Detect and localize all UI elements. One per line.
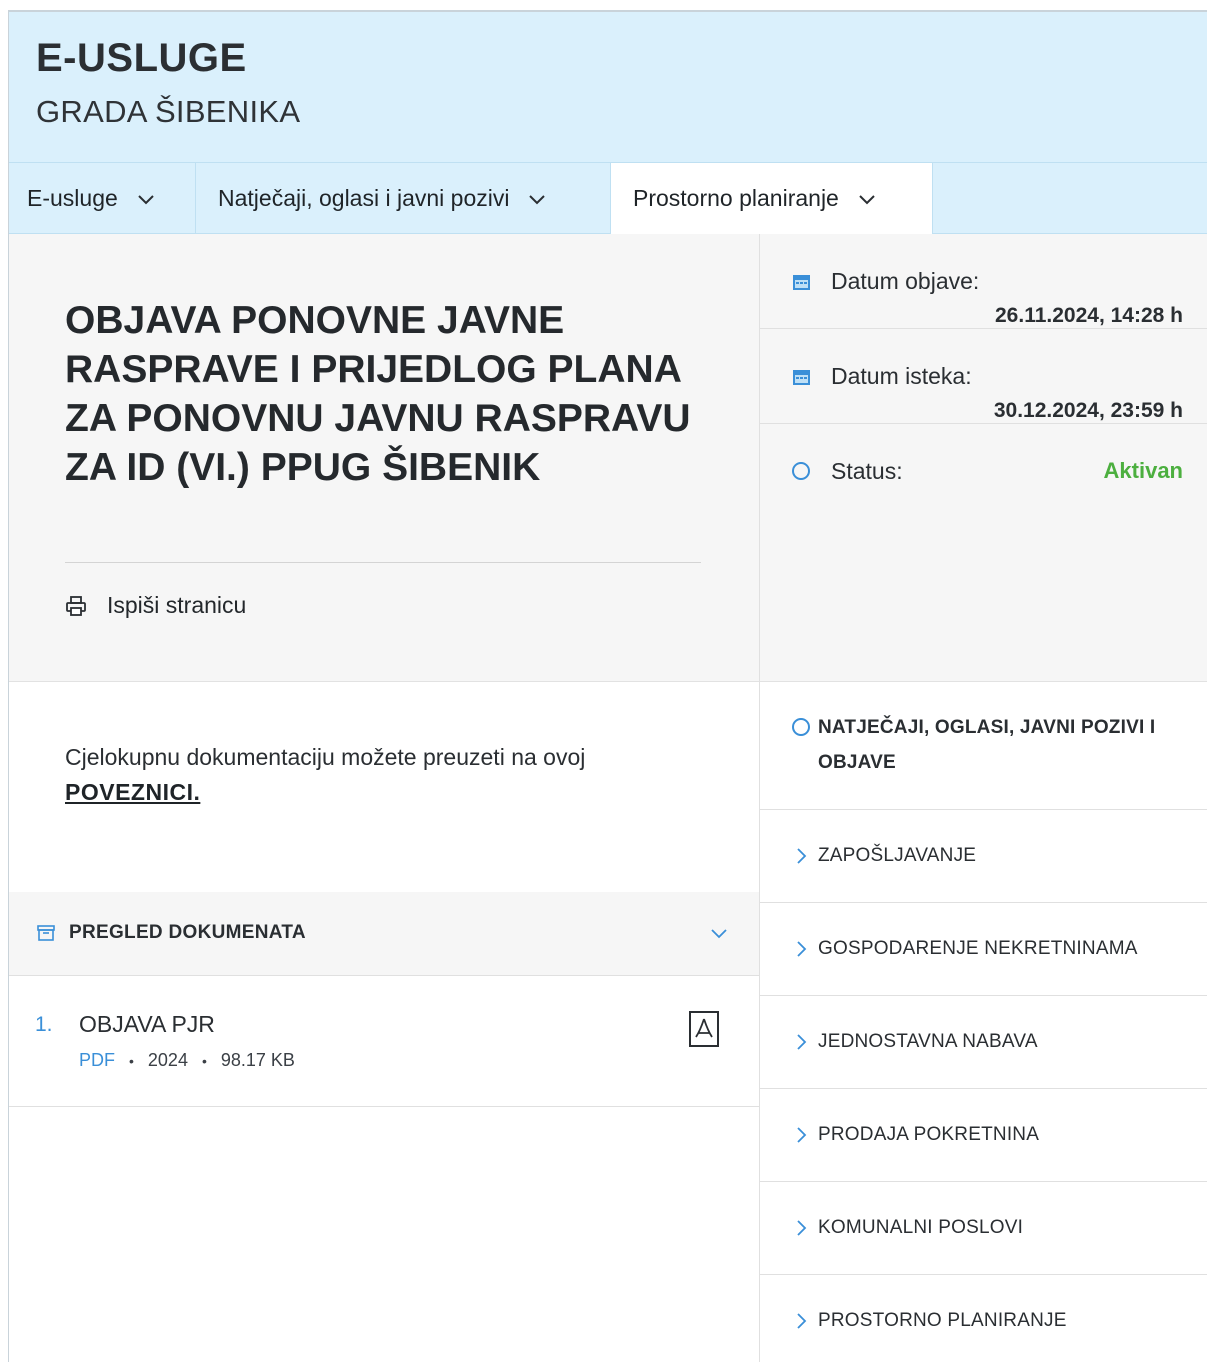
chevron-down-icon [859,194,875,204]
site-header: E-USLUGE GRADA ŠIBENIKA [9,12,1207,162]
expiry-date-value: 30.12.2024, 23:59 h [993,399,1183,422]
chevron-right-icon [797,1034,807,1050]
info-panel: Datum objave: 26.11.2024, 14:28 h Datum … [760,234,1207,682]
article-header: OBJAVA PONOVNE JAVNE RASPRAVE I PRIJEDLO… [9,234,759,682]
document-number: 1. [35,1013,53,1036]
pdf-file-icon[interactable] [689,1011,719,1047]
status-circle-icon [792,462,810,480]
category-item-prostorno-planiranje[interactable]: PROSTORNO PLANIRANJE [760,1275,1207,1362]
documents-accordion-header[interactable]: PREGLED DOKUMENATA [9,892,759,976]
chevron-down-icon [529,194,546,204]
documents-accordion-label: PREGLED DOKUMENATA [69,922,306,943]
document-meta: PDF • 2024 • 98.17 KB [79,1050,295,1070]
category-item-label: ZAPOŠLJAVANJE [818,845,977,866]
category-item-label: JEDNOSTAVNA NABAVA [818,1031,1038,1052]
chevron-right-icon [797,941,807,957]
document-name[interactable]: OBJAVA PJR [79,1011,215,1038]
category-list-header[interactable]: NATJEČAJI, OGLASI, JAVNI POZIVI I OBJAVE [760,682,1207,810]
nav-item-label: Prostorno planiranje [633,185,839,211]
status-label: Status: [831,458,903,484]
document-size: 98.17 KB [220,1050,295,1070]
print-page-label: Ispiši stranicu [107,592,247,618]
nav-item-label: Natječaji, oglasi i javni pozivi [218,185,510,211]
chevron-right-icon [797,848,807,864]
category-item-zaposljavanje[interactable]: ZAPOŠLJAVANJE [760,810,1207,903]
expiry-date-label: Datum isteka: [831,363,972,389]
category-item-label: PROSTORNO PLANIRANJE [818,1310,1067,1331]
site-title[interactable]: E-USLUGE [36,36,247,81]
nav-item-e-usluge[interactable]: E-usluge [9,163,196,234]
chevron-down-icon [138,194,154,204]
page-title: OBJAVA PONOVNE JAVNE RASPRAVE I PRIJEDLO… [65,299,691,489]
calendar-icon [793,275,810,290]
published-date-row: Datum objave: 26.11.2024, 14:28 h [760,234,1207,329]
nav-item-prostorno-planiranje[interactable]: Prostorno planiranje [611,163,933,234]
expiry-date-row: Datum isteka: 30.12.2024, 23:59 h [760,329,1207,424]
published-date-label: Datum objave: [831,268,980,294]
category-item-gospodarenje-nekretninama[interactable]: GOSPODARENJE NEKRETNINAMA [760,903,1207,996]
title-divider [65,562,701,563]
status-badge: Aktivan [1103,458,1183,483]
chevron-right-icon [797,1127,807,1143]
status-row: Status: Aktivan [760,424,1207,494]
intro-text: Cjelokupnu dokumentaciju možete preuzeti… [65,744,586,770]
category-item-jednostavna-nabava[interactable]: JEDNOSTAVNA NABAVA [760,996,1207,1089]
printer-icon [66,595,86,616]
site-subtitle[interactable]: GRADA ŠIBENIKA [36,94,300,130]
chevron-right-icon [797,1313,807,1329]
document-year: 2024 [147,1050,188,1070]
documentation-link[interactable]: POVEZNICI. [65,775,705,810]
document-format: PDF [79,1050,115,1070]
chevron-right-icon [797,1220,807,1236]
nav-item-label: E-usluge [27,185,118,211]
nav-item-natjecaji[interactable]: Natječaji, oglasi i javni pozivi [196,163,611,234]
category-item-komunalni-poslovi[interactable]: KOMUNALNI POSLOVI [760,1182,1207,1275]
intro-paragraph: Cjelokupnu dokumentaciju možete preuzeti… [65,740,705,810]
document-list-item[interactable]: 1. OBJAVA PJR PDF • 2024 • 98.17 KB [9,977,759,1107]
main-nav: E-usluge Natječaji, oglasi i javni poziv… [9,162,1207,234]
circle-icon [792,718,810,736]
page-frame: E-USLUGE GRADA ŠIBENIKA E-usluge Natječa… [8,10,1207,1362]
archive-icon [37,925,55,941]
calendar-icon [793,370,810,385]
chevron-down-icon[interactable] [709,923,729,943]
category-item-label: KOMUNALNI POSLOVI [818,1217,1024,1238]
category-item-label: GOSPODARENJE NEKRETNINAMA [818,938,1138,959]
print-page-button[interactable]: Ispiši stranicu [65,592,246,619]
published-date-value: 26.11.2024, 14:28 h [995,304,1183,327]
category-item-prodaja-pokretnina[interactable]: PRODAJA POKRETNINA [760,1089,1207,1182]
category-item-label: PRODAJA POKRETNINA [818,1124,1040,1145]
category-header-label: NATJEČAJI, OGLASI, JAVNI POZIVI I OBJAVE [818,717,1156,773]
